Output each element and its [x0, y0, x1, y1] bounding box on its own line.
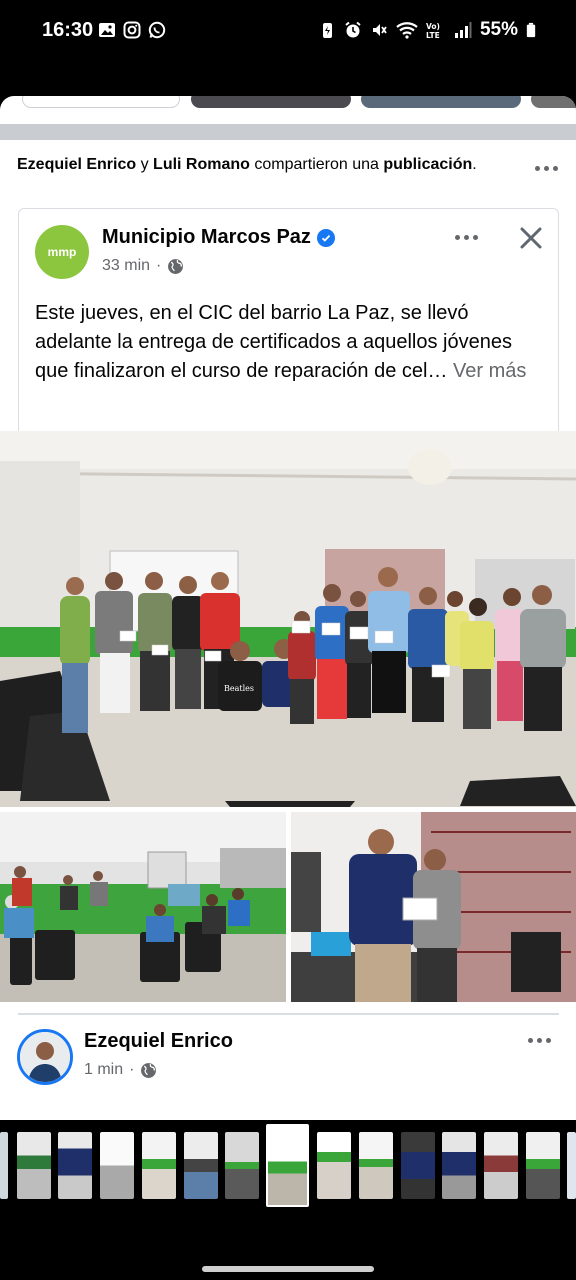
post-time[interactable]: 33 min [102, 257, 150, 275]
alarm-icon [345, 21, 361, 38]
thumbnail[interactable] [567, 1132, 576, 1199]
system-status-icons: Vo) LTE 55% [318, 19, 536, 41]
post-body-text: Este jueves, en el CIC del barrio La Paz… [35, 302, 512, 382]
thumbnail[interactable] [17, 1132, 51, 1199]
whatsapp-icon [148, 21, 166, 39]
share-user-1[interactable]: Ezequiel Enrico [17, 156, 136, 173]
post-body: Este jueves, en el CIC del barrio La Paz… [35, 299, 545, 386]
thumbnail-strip [0, 1120, 576, 1210]
globe-icon [141, 1062, 157, 1078]
post-meta: 33 min · [102, 257, 184, 275]
battery-icon [526, 22, 536, 38]
mute-icon [372, 24, 387, 36]
battery-percent: 55% [479, 19, 518, 40]
svg-text:Vo): Vo) [426, 22, 440, 31]
thumbnail[interactable] [184, 1132, 218, 1199]
share-user-2[interactable]: Luli Romano [153, 156, 250, 173]
share-object-link[interactable]: publicación [383, 156, 472, 173]
post-photo-3[interactable] [291, 812, 576, 1002]
wifi-icon [396, 22, 418, 39]
share-header: Ezequiel Enrico y Luli Romano compartier… [17, 156, 477, 173]
status-bar: 16:30 Vo) LTE 55% [0, 0, 576, 64]
thumbnail[interactable] [526, 1132, 560, 1199]
instagram-icon [123, 21, 141, 39]
page-logo[interactable]: mmp [35, 225, 89, 279]
battery-saver-icon [322, 23, 332, 38]
post-more-options-icon[interactable] [455, 235, 478, 240]
thumbnail[interactable] [317, 1132, 351, 1199]
globe-icon [168, 258, 184, 274]
signal-icon [454, 22, 472, 38]
status-time: 16:30 [42, 19, 94, 41]
card-bottom-divider [18, 1013, 559, 1015]
thumbnail[interactable] [225, 1132, 259, 1199]
sharer-avatar[interactable] [17, 1029, 73, 1085]
thumbnail[interactable] [0, 1132, 8, 1199]
thumbnail[interactable] [58, 1132, 92, 1199]
share-more-options-icon[interactable] [535, 166, 558, 171]
thumbnail[interactable] [442, 1132, 476, 1199]
sharer-name[interactable]: Ezequiel Enrico [84, 1030, 233, 1053]
feed-separator [0, 124, 576, 140]
volte-icon: Vo)LTE [426, 22, 440, 39]
thumbnail[interactable] [484, 1132, 518, 1199]
notification-icons [98, 21, 166, 39]
thumbnail-selected[interactable] [266, 1124, 309, 1207]
gesture-nav-handle[interactable] [202, 1266, 374, 1272]
story-item[interactable] [361, 96, 521, 108]
close-icon[interactable] [518, 225, 544, 251]
story-item[interactable] [531, 96, 576, 108]
story-item[interactable] [22, 96, 180, 108]
verified-badge-icon [316, 228, 335, 247]
share-action: compartieron una [254, 156, 379, 173]
thumbnail[interactable] [401, 1132, 435, 1199]
see-more-link[interactable]: Ver más [453, 360, 526, 382]
svg-text:LTE: LTE [426, 31, 440, 39]
thumbnail[interactable] [359, 1132, 393, 1199]
gallery-icon [99, 23, 115, 37]
story-item[interactable] [191, 96, 351, 108]
page-logo-text: mmp [47, 245, 77, 259]
share-connector: y [140, 156, 149, 173]
post-photo-main[interactable]: Beatles [0, 431, 576, 807]
thumbnail[interactable] [142, 1132, 176, 1199]
page-name-row: Municipio Marcos Paz [102, 226, 335, 249]
tshirt-text: Beatles [224, 684, 254, 693]
sharer-more-options-icon[interactable] [528, 1038, 551, 1043]
page-name[interactable]: Municipio Marcos Paz [102, 226, 311, 249]
sharer-meta: 1 min · [84, 1061, 157, 1079]
post-photo-2[interactable] [0, 812, 286, 1002]
sharer-time[interactable]: 1 min [84, 1061, 123, 1079]
story-strip-edge[interactable] [0, 96, 576, 110]
thumbnail[interactable] [100, 1132, 134, 1199]
feed-surface: Ezequiel Enrico y Luli Romano compartier… [0, 96, 576, 1120]
